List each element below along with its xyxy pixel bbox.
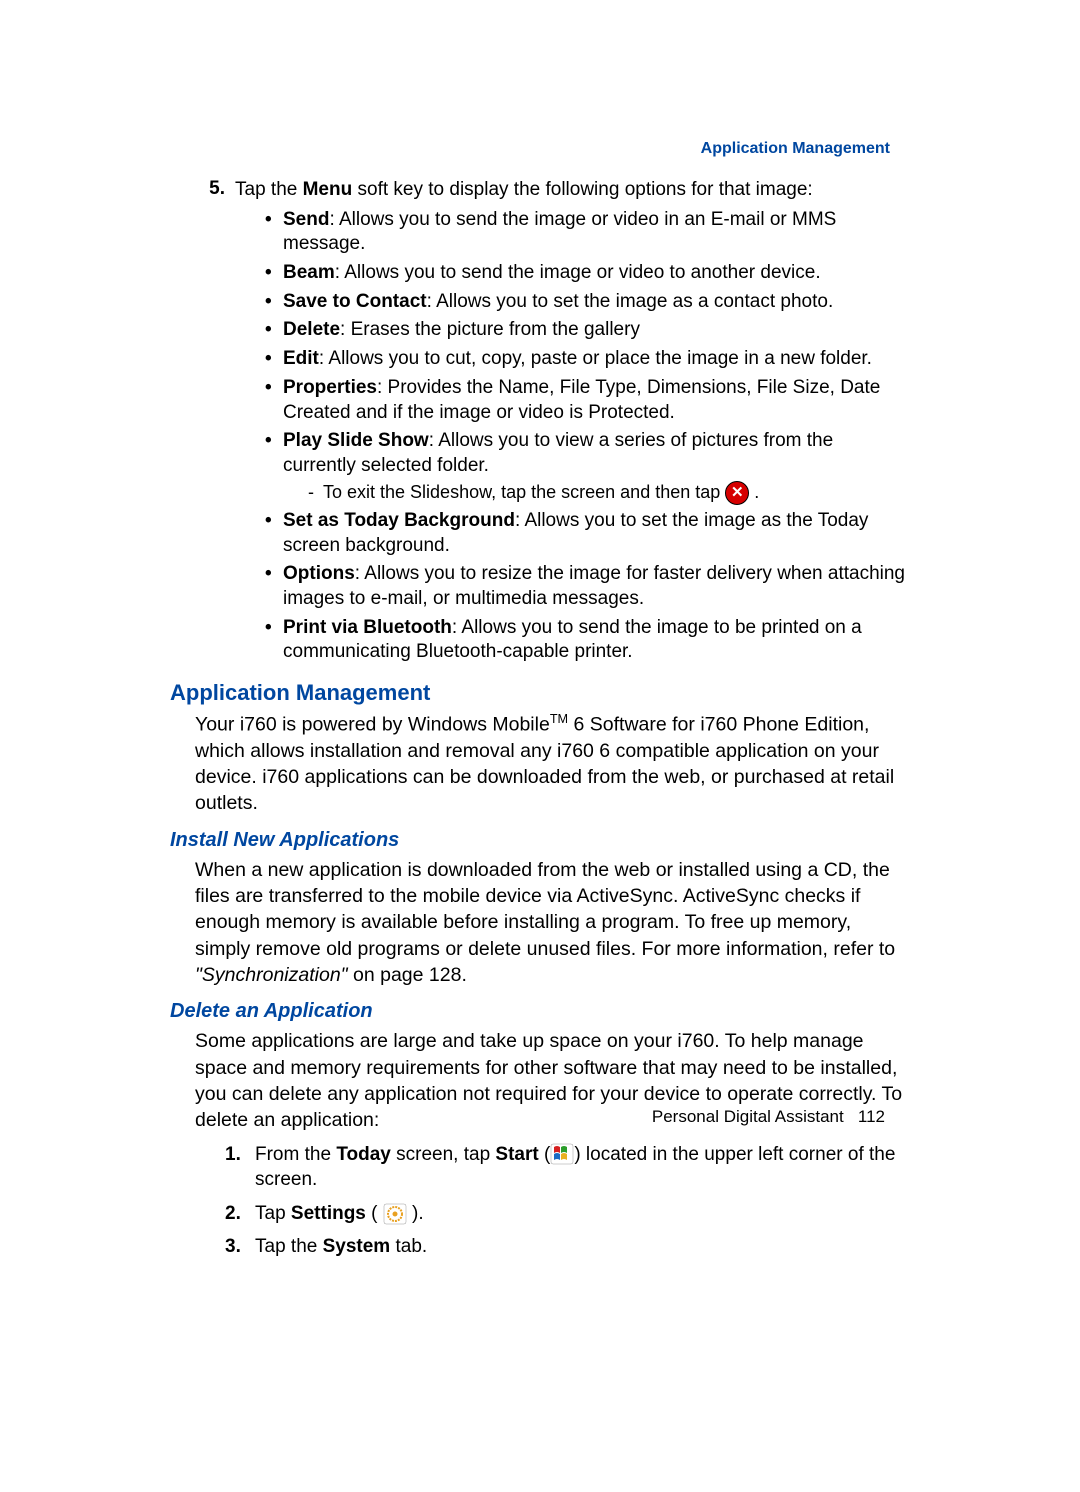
step-item: 1. From the Today screen, tap Start ( ) … [225,1142,910,1193]
list-item: Set as Today Background: Allows you to s… [265,509,910,558]
step-item: 2. Tap Settings ( ). [225,1201,910,1227]
step-item: 3. Tap the System tab. [225,1234,910,1260]
list-item: Edit: Allows you to cut, copy, paste or … [265,347,910,372]
list-item: Delete: Erases the picture from the gall… [265,318,910,343]
step-number: 5. [170,178,225,203]
list-item: Send: Allows you to send the image or vi… [265,208,910,257]
list-item: Print via Bluetooth: Allows you to send … [265,616,910,665]
sub-list-item: To exit the Slideshow, tap the screen an… [308,481,910,505]
sub-heading-install: Install New Applications [170,829,910,852]
document-page: Application Management 5. Tap the Menu s… [0,0,1080,1260]
step-text: Tap the Menu soft key to display the fol… [235,178,910,203]
header-section-title: Application Management [170,140,910,158]
close-icon: ✕ [725,481,749,505]
app-mgmt-body: Your i760 is powered by Windows MobileTM… [170,711,910,817]
sub-list: To exit the Slideshow, tap the screen an… [283,481,910,505]
list-item: Beam: Allows you to send the image or vi… [265,261,910,286]
install-body: When a new application is downloaded fro… [170,857,910,989]
list-item: Properties: Provides the Name, File Type… [265,376,910,425]
menu-options-list: Send: Allows you to send the image or vi… [170,208,910,665]
step-5: 5. Tap the Menu soft key to display the … [170,178,910,203]
list-item: Save to Contact: Allows you to set the i… [265,290,910,315]
list-item: Options: Allows you to resize the image … [265,562,910,611]
section-heading-app-mgmt: Application Management [170,680,910,706]
settings-gear-icon [383,1203,407,1225]
list-item: Play Slide Show: Allows you to view a se… [265,429,910,505]
page-footer: Personal Digital Assistant 112 [652,1107,885,1127]
sub-heading-delete: Delete an Application [170,1000,910,1023]
delete-steps: 1. From the Today screen, tap Start ( ) … [170,1142,910,1261]
windows-start-icon [550,1143,574,1165]
